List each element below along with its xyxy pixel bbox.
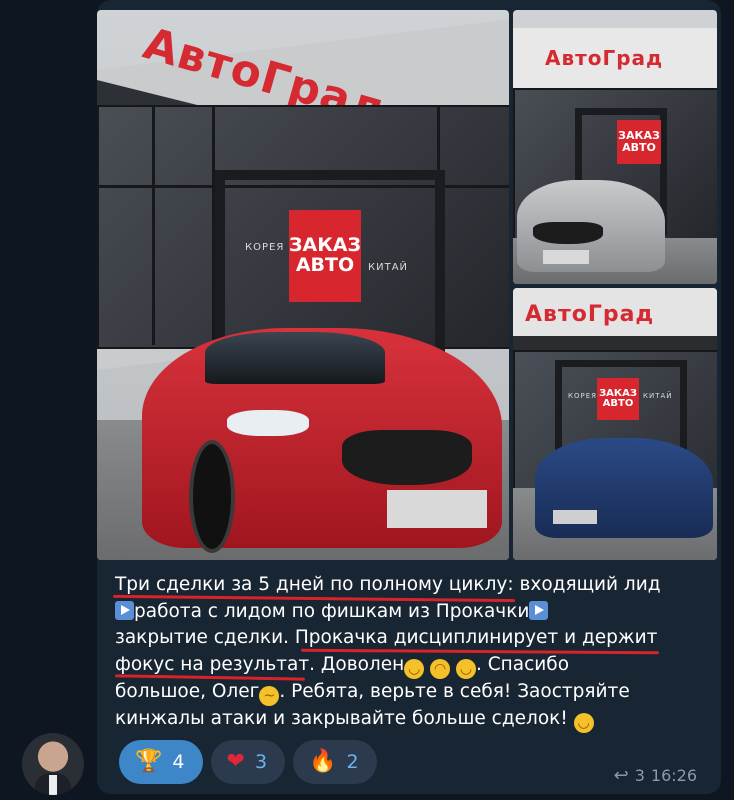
text-line-2: работа с лидом по фишкам из Прокачки [115, 599, 705, 626]
text-line-6: кинжалы атаки и закрывайте больше сделок… [115, 706, 705, 733]
photo-dealership-blue-sedan[interactable]: АвтоГрад ЗАКАЗ АВТО КОРЕЯ КИТАЙ [513, 288, 717, 560]
trophy-icon: 🏆 [135, 749, 163, 774]
reaction-trophy[interactable]: 🏆 4 [119, 740, 203, 784]
heart-icon: ❤ [226, 749, 245, 774]
woozy-emoji-icon: ~ [259, 685, 280, 706]
message-meta: ↩ 3 16:26 [614, 765, 697, 786]
reaction-fire[interactable]: 🔥 2 [293, 740, 377, 784]
photo-dealership-red-mazda[interactable]: АвтоГрад ЗАКАЗ АВТО КОРЕЯ КИТАЙ [97, 10, 509, 560]
play-emoji-icon [115, 600, 134, 620]
banner-zakaz-avto: ЗАКАЗ АВТО [617, 120, 661, 164]
smile-emoji-icon: ◡ [573, 712, 594, 733]
reply-count[interactable]: 3 [635, 766, 645, 785]
fire-icon: 🔥 [309, 749, 337, 774]
message-time: 16:26 [650, 766, 697, 785]
author-avatar[interactable] [22, 733, 84, 795]
play-emoji-icon [529, 600, 549, 620]
text-line-4: фокус на результат. Доволен ◡ ◠ ◡. Спасиб… [115, 653, 570, 679]
banner-zakaz-avto: ЗАКАЗ АВТО [597, 378, 639, 420]
smile-emoji-icon: ◡ [404, 658, 425, 679]
reply-icon[interactable]: ↩ [614, 765, 629, 786]
photo-dealership-silver-vw[interactable]: АвтоГрад ЗАКАЗ АВТО [513, 10, 717, 284]
message-bubble: АвтоГрад ЗАКАЗ АВТО КОРЕЯ КИТАЙ АвтоГрад … [97, 0, 721, 794]
reaction-heart[interactable]: ❤ 3 [210, 740, 286, 784]
brand-logo: АвтоГрад [545, 46, 664, 70]
text-line-3: закрытие сделки. Прокачка дисциплинирует… [115, 627, 658, 648]
reactions-bar: 🏆 4 ❤ 3 🔥 2 [119, 740, 377, 784]
upside-down-emoji-icon: ◠ [430, 658, 451, 679]
wink-emoji-icon: ◡ [456, 658, 476, 679]
text-line-5: большое, Олег ~. Ребята, верьте в себя! З… [115, 680, 630, 706]
brand-logo: АвтоГрад [525, 302, 655, 327]
banner-zakaz-avto: ЗАКАЗ АВТО [289, 210, 361, 302]
text-line-1: Три сделки за 5 дней по полному циклу: в… [115, 574, 661, 595]
